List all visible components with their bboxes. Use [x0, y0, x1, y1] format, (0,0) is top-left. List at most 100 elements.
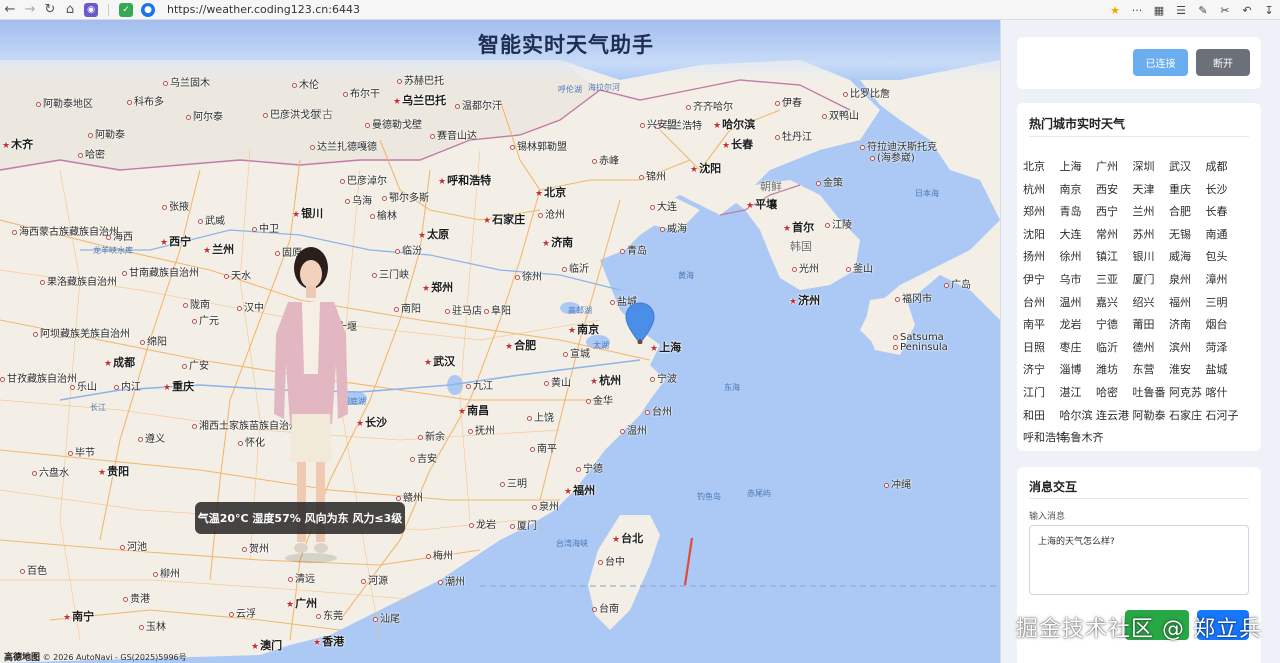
city-link[interactable]: 伊宁	[1023, 269, 1055, 292]
city-link[interactable]: 江门	[1023, 382, 1055, 405]
city-link[interactable]: 重庆	[1169, 179, 1201, 202]
location-pin-icon[interactable]	[625, 302, 655, 344]
city-link[interactable]: 临沂	[1096, 337, 1128, 360]
city-link[interactable]: 淄博	[1060, 359, 1092, 382]
download-icon[interactable]: ↧	[1258, 4, 1280, 17]
city-link[interactable]: 烟台	[1206, 314, 1238, 337]
city-link[interactable]: 扬州	[1023, 246, 1055, 269]
city-link[interactable]: 大连	[1060, 224, 1092, 247]
city-link[interactable]: 苏州	[1133, 224, 1165, 247]
city-link[interactable]: 莆田	[1133, 314, 1165, 337]
city-link[interactable]: 青岛	[1060, 201, 1092, 224]
reload-button[interactable]: ↻	[40, 0, 60, 20]
city-link[interactable]: 上海	[1060, 156, 1092, 179]
city-link[interactable]: 天津	[1133, 179, 1165, 202]
city-link[interactable]: 成都	[1206, 156, 1238, 179]
map-place-label: 达兰扎德嘎德	[310, 138, 377, 153]
city-link[interactable]: 石家庄	[1169, 405, 1202, 428]
city-link[interactable]: 连云港	[1096, 405, 1129, 428]
city-link[interactable]: 菏泽	[1206, 337, 1238, 360]
city-link[interactable]: 泉州	[1169, 269, 1201, 292]
microphone-icon[interactable]: ●	[141, 2, 155, 17]
back-button[interactable]: ←	[0, 0, 20, 20]
city-link[interactable]: 沈阳	[1023, 224, 1055, 247]
city-link[interactable]: 湛江	[1060, 382, 1092, 405]
city-link[interactable]: 枣庄	[1060, 337, 1092, 360]
city-link[interactable]: 武汉	[1169, 156, 1201, 179]
city-link[interactable]: 嘉兴	[1096, 292, 1128, 315]
city-link[interactable]: 包头	[1206, 246, 1238, 269]
city-link[interactable]: 喀什	[1206, 382, 1238, 405]
shield-icon[interactable]: ✓	[119, 2, 133, 17]
city-link[interactable]: 常州	[1096, 224, 1128, 247]
city-link[interactable]: 和田	[1023, 405, 1055, 428]
message-input[interactable]: 上海的天气怎么样?	[1029, 525, 1249, 595]
city-link[interactable]: 台州	[1023, 292, 1055, 315]
city-link[interactable]: 威海	[1169, 246, 1201, 269]
extension-icon[interactable]: ◉	[84, 2, 98, 17]
city-link[interactable]: 东营	[1133, 359, 1165, 382]
city-link[interactable]: 盐城	[1206, 359, 1238, 382]
city-link[interactable]: 滨州	[1169, 337, 1201, 360]
city-link[interactable]: 兰州	[1133, 201, 1165, 224]
star-icon[interactable]: ★	[1104, 4, 1126, 17]
apps-grid-icon[interactable]: ▦	[1148, 4, 1170, 17]
city-link[interactable]: 福州	[1169, 292, 1201, 315]
city-link[interactable]: 漳州	[1206, 269, 1238, 292]
city-link[interactable]: 济宁	[1023, 359, 1055, 382]
map-place-label: 广安	[182, 357, 209, 372]
map-place-label: 青岛	[620, 242, 647, 257]
map-view[interactable]: 智能实时天气助手 乌兰固木 木伦 苏赫巴托 阿勒泰地区 科布多 布尔干 ★乌兰巴托 温都尔汗呼…	[0, 20, 1000, 663]
city-link[interactable]: 济南	[1169, 314, 1201, 337]
city-link[interactable]: 长沙	[1206, 179, 1238, 202]
city-link[interactable]: 哈密	[1096, 382, 1128, 405]
city-link[interactable]: 三亚	[1096, 269, 1128, 292]
city-link[interactable]: 德州	[1133, 337, 1165, 360]
place-name: 长春	[731, 138, 754, 151]
city-link[interactable]: 西宁	[1096, 201, 1128, 224]
city-link[interactable]: 厦门	[1133, 269, 1165, 292]
city-link[interactable]: 日照	[1023, 337, 1055, 360]
city-link[interactable]: 绍兴	[1133, 292, 1165, 315]
city-link[interactable]: 南京	[1060, 179, 1092, 202]
scissors-icon[interactable]: ✂	[1214, 4, 1236, 17]
city-link[interactable]: 龙岩	[1060, 314, 1092, 337]
city-link[interactable]: 石河子	[1206, 405, 1239, 428]
city-link[interactable]: 长春	[1206, 201, 1238, 224]
city-link[interactable]: 阿克苏	[1169, 382, 1202, 405]
more-icon[interactable]: ···	[1126, 4, 1148, 17]
city-link[interactable]: 银川	[1133, 246, 1165, 269]
undo-icon[interactable]: ↶	[1236, 4, 1258, 17]
address-bar[interactable]: https://weather.coding123.cn:6443	[167, 3, 360, 16]
menu-icon[interactable]: ☰	[1170, 4, 1192, 17]
city-link[interactable]: 温州	[1060, 292, 1092, 315]
city-link[interactable]: 淮安	[1169, 359, 1201, 382]
city-link[interactable]: 乌鲁木齐	[1060, 427, 1104, 450]
city-link[interactable]: 北京	[1023, 156, 1055, 179]
city-link[interactable]: 西安	[1096, 179, 1128, 202]
city-link[interactable]: 杭州	[1023, 179, 1055, 202]
connected-button[interactable]: 已连接	[1133, 49, 1188, 76]
map-place-label: 武威	[198, 212, 225, 227]
city-link[interactable]: 徐州	[1060, 246, 1092, 269]
city-link[interactable]: 广州	[1096, 156, 1128, 179]
city-link[interactable]: 潍坊	[1096, 359, 1128, 382]
forward-button[interactable]: →	[20, 0, 40, 20]
collections-icon[interactable]: ✎	[1192, 4, 1214, 17]
disconnect-button[interactable]: 断开	[1196, 49, 1250, 76]
city-link[interactable]: 乌市	[1060, 269, 1092, 292]
city-link[interactable]: 南通	[1206, 224, 1238, 247]
city-link[interactable]: 吐鲁番	[1133, 382, 1166, 405]
home-button[interactable]: ⌂	[60, 0, 80, 20]
city-link[interactable]: 阿勒泰	[1133, 405, 1166, 428]
city-link[interactable]: 南平	[1023, 314, 1055, 337]
city-link[interactable]: 郑州	[1023, 201, 1055, 224]
city-link[interactable]: 呼和浩特	[1023, 427, 1067, 450]
city-link[interactable]: 无锡	[1169, 224, 1201, 247]
city-link[interactable]: 合肥	[1169, 201, 1201, 224]
city-link[interactable]: 深圳	[1133, 156, 1165, 179]
city-link[interactable]: 宁德	[1096, 314, 1128, 337]
city-link[interactable]: 三明	[1206, 292, 1238, 315]
city-link[interactable]: 哈尔滨	[1060, 405, 1093, 428]
city-link[interactable]: 镇江	[1096, 246, 1128, 269]
